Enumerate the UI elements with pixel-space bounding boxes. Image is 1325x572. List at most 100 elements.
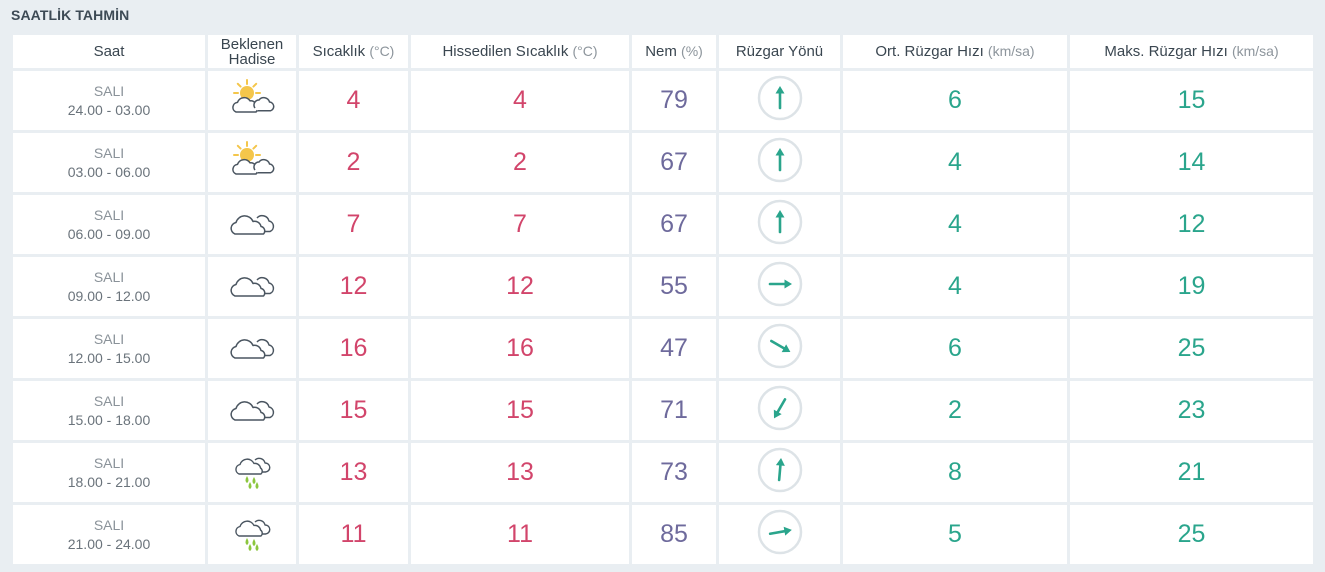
temperature-value: 11 [340, 520, 367, 548]
header-avg-wind-label: Ort. Rüzgar Hızı [875, 43, 984, 60]
temperature-value: 2 [346, 148, 361, 176]
feels-like-value: 2 [513, 148, 527, 176]
cloudy-icon [227, 388, 277, 428]
feels-like-cell: 12 [411, 257, 629, 316]
time-cell: SALI 15.00 - 18.00 [13, 381, 205, 440]
header-wind-direction: Rüzgar Yönü [719, 35, 840, 68]
row-time-range: 24.00 - 03.00 [67, 101, 151, 118]
header-temperature-unit: (°C) [369, 43, 395, 59]
row-day: SALI [93, 144, 125, 161]
event-cell [208, 381, 296, 440]
forecast-body: SALI 24.00 - 03.00 4 4 79 6 15 SALI 03.0… [13, 71, 1313, 564]
humidity-value: 73 [660, 458, 688, 486]
forecast-row: SALI 21.00 - 24.00 11 11 85 5 25 [13, 505, 1313, 564]
wind-direction-arrow-icon [757, 261, 803, 307]
humidity-value: 47 [660, 334, 688, 362]
header-max-wind: Maks. Rüzgar Hızı (km/sa) [1070, 35, 1313, 68]
max-wind-cell: 25 [1070, 505, 1313, 564]
humidity-cell: 71 [632, 381, 716, 440]
wind-direction-cell [719, 319, 840, 378]
temperature-value: 13 [339, 458, 368, 486]
wind-direction-cell [719, 257, 840, 316]
feels-like-value: 4 [513, 86, 527, 114]
avg-wind-value: 2 [948, 396, 962, 424]
temperature-value: 15 [339, 396, 368, 424]
event-cell [208, 257, 296, 316]
feels-like-value: 12 [506, 272, 534, 300]
max-wind-cell: 15 [1070, 71, 1313, 130]
max-wind-value: 25 [1177, 520, 1206, 548]
row-day: SALI [93, 392, 125, 409]
wind-direction-cell [719, 133, 840, 192]
header-avg-wind: Ort. Rüzgar Hızı (km/sa) [843, 35, 1067, 68]
max-wind-value: 19 [1177, 272, 1206, 300]
humidity-value: 67 [660, 148, 688, 176]
humidity-value: 85 [660, 520, 688, 548]
wind-direction-arrow-icon [757, 509, 803, 555]
header-humidity: Nem (%) [632, 35, 716, 68]
avg-wind-cell: 4 [843, 195, 1067, 254]
header-avg-wind-unit: (km/sa) [987, 43, 1035, 59]
row-time-range: 18.00 - 21.00 [67, 473, 151, 490]
max-wind-cell: 19 [1070, 257, 1313, 316]
avg-wind-cell: 6 [843, 319, 1067, 378]
cloudy-icon [227, 264, 277, 304]
time-cell: SALI 03.00 - 06.00 [13, 133, 205, 192]
humidity-cell: 47 [632, 319, 716, 378]
row-time-range: 03.00 - 06.00 [67, 163, 151, 180]
event-cell [208, 319, 296, 378]
temperature-value: 12 [339, 272, 368, 300]
feels-like-value: 16 [506, 334, 534, 362]
time-cell: SALI 18.00 - 21.00 [13, 443, 205, 502]
feels-like-cell: 15 [411, 381, 629, 440]
feels-like-value: 13 [506, 458, 534, 486]
wind-direction-arrow-icon [757, 447, 803, 493]
wind-direction-cell [719, 381, 840, 440]
forecast-row: SALI 15.00 - 18.00 15 15 71 2 23 [13, 381, 1313, 440]
header-max-wind-label: Maks. Rüzgar Hızı [1104, 43, 1228, 60]
time-cell: SALI 09.00 - 12.00 [13, 257, 205, 316]
humidity-cell: 67 [632, 195, 716, 254]
avg-wind-cell: 4 [843, 257, 1067, 316]
max-wind-value: 12 [1177, 210, 1206, 238]
humidity-value: 67 [660, 210, 688, 238]
forecast-row: SALI 09.00 - 12.00 12 12 55 4 19 [13, 257, 1313, 316]
avg-wind-value: 4 [948, 272, 962, 300]
header-event-line2: Hadise [228, 50, 276, 68]
time-cell: SALI 12.00 - 15.00 [13, 319, 205, 378]
wind-direction-cell [719, 443, 840, 502]
rain-icon [227, 450, 277, 490]
rain-icon [227, 512, 277, 552]
temperature-cell: 12 [299, 257, 408, 316]
header-time-label: Saat [93, 43, 125, 60]
feels-like-cell: 7 [411, 195, 629, 254]
forecast-row: SALI 06.00 - 09.00 7 7 67 4 12 [13, 195, 1313, 254]
row-time-range: 06.00 - 09.00 [67, 225, 151, 242]
max-wind-cell: 21 [1070, 443, 1313, 502]
avg-wind-cell: 5 [843, 505, 1067, 564]
temperature-cell: 13 [299, 443, 408, 502]
temperature-cell: 15 [299, 381, 408, 440]
avg-wind-cell: 4 [843, 133, 1067, 192]
header-feels-like: Hissedilen Sıcaklık (°C) [411, 35, 629, 68]
header-event: Beklenen Hadise [208, 35, 296, 68]
row-day: SALI [93, 82, 125, 99]
avg-wind-value: 6 [948, 86, 962, 114]
event-cell [208, 505, 296, 564]
max-wind-value: 21 [1177, 458, 1206, 486]
max-wind-value: 15 [1177, 86, 1206, 114]
avg-wind-value: 8 [948, 458, 962, 486]
temperature-cell: 7 [299, 195, 408, 254]
feels-like-cell: 4 [411, 71, 629, 130]
avg-wind-cell: 2 [843, 381, 1067, 440]
header-row: Saat Beklenen Hadise Sıcaklık (°C) Hisse… [13, 35, 1313, 68]
feels-like-value: 15 [506, 396, 534, 424]
humidity-cell: 55 [632, 257, 716, 316]
cloudy-icon [227, 326, 277, 366]
avg-wind-cell: 8 [843, 443, 1067, 502]
feels-like-value: 7 [513, 210, 527, 238]
header-time: Saat [13, 35, 205, 68]
humidity-cell: 85 [632, 505, 716, 564]
wind-direction-cell [719, 195, 840, 254]
partly-sunny-icon [227, 140, 277, 180]
